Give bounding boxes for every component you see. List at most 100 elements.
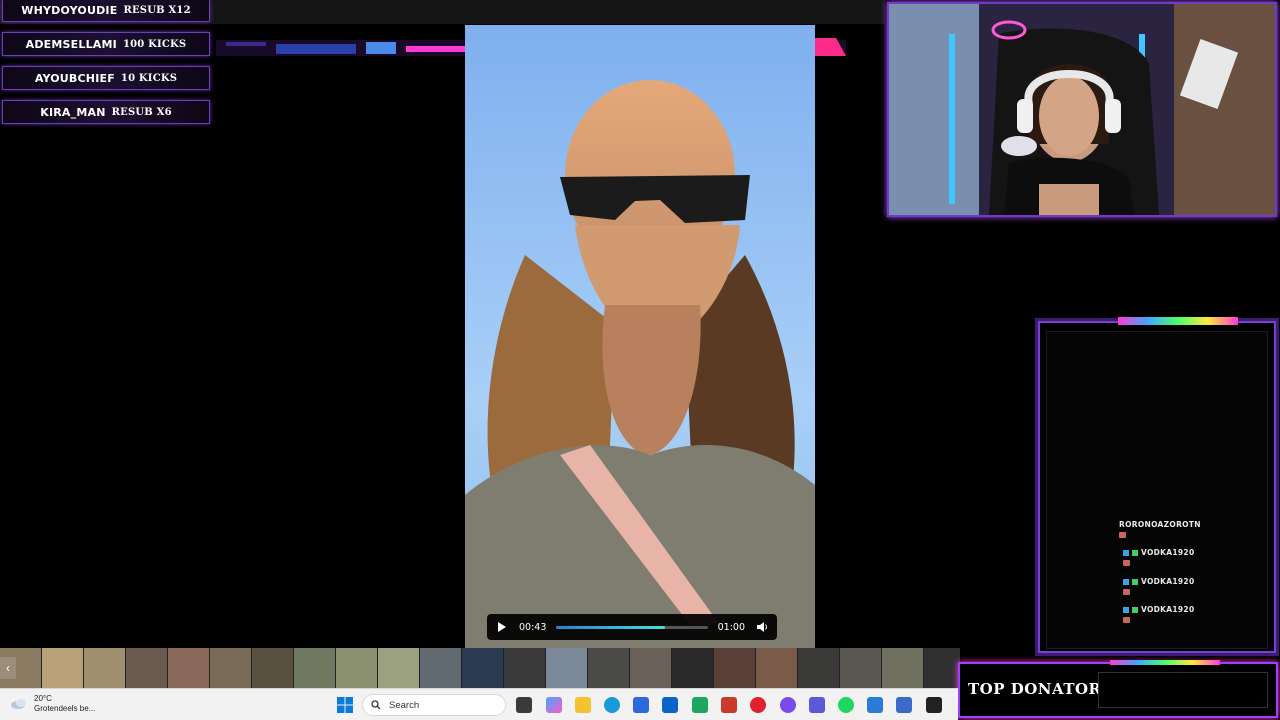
store-icon[interactable] — [633, 697, 649, 713]
teams-icon[interactable] — [809, 697, 825, 713]
thumbnail[interactable] — [336, 648, 378, 688]
badge-icon — [1132, 607, 1138, 613]
chat-username: VODKA1920 — [1141, 577, 1195, 586]
thumbnail[interactable] — [252, 648, 294, 688]
thumbnail[interactable] — [756, 648, 798, 688]
thumbnail[interactable] — [84, 648, 126, 688]
spotify-icon[interactable] — [838, 697, 854, 713]
badge-icon — [1123, 607, 1129, 613]
stream-overlay: WHYDOYOUDIE RESUB X12 ADEMSELLAMI 100 KI… — [0, 0, 1280, 720]
chevron-left-icon: ‹ — [6, 661, 10, 675]
windows-start-icon[interactable] — [337, 697, 353, 713]
webcam-feed — [887, 2, 1277, 217]
chat-username: VODKA1920 — [1141, 605, 1195, 614]
thumbnail[interactable] — [840, 648, 882, 688]
thumbnail[interactable] — [42, 648, 84, 688]
event-detail: RESUB X12 — [123, 5, 191, 16]
thumbnail[interactable] — [798, 648, 840, 688]
emote-icon — [1123, 589, 1130, 595]
badge-icon — [1123, 550, 1129, 556]
progress-fill — [556, 625, 666, 629]
thumbnail[interactable] — [378, 648, 420, 688]
current-time: 00:43 — [519, 621, 547, 633]
event-name: WHYDOYOUDIE — [21, 4, 118, 17]
event-name: AYOUBCHIEF — [34, 71, 115, 85]
app-icon[interactable] — [926, 697, 942, 713]
badge-icon — [1132, 579, 1138, 585]
thumbnail[interactable] — [672, 648, 714, 688]
event-item: ADEMSELLAMI 100 KICKS — [2, 32, 210, 56]
discord-icon[interactable] — [780, 697, 796, 713]
weather-widget[interactable]: 20°C Grotendeels be... — [10, 694, 95, 714]
top-donator-box — [1098, 672, 1268, 708]
thumbnail[interactable] — [504, 648, 546, 688]
opera-icon[interactable] — [750, 697, 766, 713]
volume-icon[interactable] — [755, 620, 769, 634]
thumbnail[interactable] — [882, 648, 924, 688]
duration: 01:00 — [717, 621, 745, 633]
taskbar-search[interactable]: Search — [362, 694, 506, 716]
thumbnail[interactable] — [546, 648, 588, 688]
task-view-icon[interactable] — [516, 697, 532, 713]
chat-message: VODKA1920 — [1123, 548, 1263, 566]
search-placeholder: Search — [389, 699, 420, 711]
thumbnail[interactable] — [420, 648, 462, 688]
chat-message: RORONOAZOROTN — [1119, 520, 1259, 538]
thumbnail[interactable] — [294, 648, 336, 688]
edge-icon[interactable] — [604, 697, 620, 713]
event-item: WHYDOYOUDIE RESUB X12 — [2, 0, 210, 22]
emote-icon — [1123, 560, 1130, 566]
play-icon[interactable] — [495, 620, 509, 634]
chat-username: VODKA1920 — [1141, 548, 1195, 557]
chat-panel: RORONOAZOROTN VODKA1920 VODKA1920 VODKA1… — [1046, 331, 1268, 649]
file-explorer-icon[interactable] — [575, 697, 591, 713]
search-icon — [371, 700, 381, 710]
cloud-icon — [11, 699, 26, 709]
event-list: WHYDOYOUDIE RESUB X12 ADEMSELLAMI 100 KI… — [2, 0, 210, 134]
chat-frame: RORONOAZOROTN VODKA1920 VODKA1920 VODKA1… — [1035, 317, 1279, 656]
app-icon[interactable] — [867, 697, 883, 713]
taskbar: 20°C Grotendeels be... Search — [0, 688, 958, 720]
thumbnail[interactable] — [714, 648, 756, 688]
progress-bar[interactable] — [556, 625, 708, 629]
chat-frame-accent — [1118, 317, 1238, 325]
scroll-left-button[interactable]: ‹ — [0, 657, 16, 679]
copilot-icon[interactable] — [546, 697, 562, 713]
weather-temp: 20°C — [34, 694, 52, 703]
badge-icon — [1123, 579, 1129, 585]
app-icon[interactable] — [692, 697, 708, 713]
event-name: ADEMSELLAMI — [25, 37, 117, 51]
chat-username: RORONOAZOROTN — [1119, 520, 1201, 529]
video-frame — [465, 25, 815, 648]
video-player[interactable]: 00:43 01:00 — [465, 25, 815, 648]
thumbnail[interactable] — [210, 648, 252, 688]
badge-icon — [1132, 550, 1138, 556]
thumbnail[interactable] — [588, 648, 630, 688]
event-detail: RESUB X6 — [111, 106, 172, 118]
emote-icon — [1119, 532, 1126, 538]
donator-accent — [1110, 660, 1220, 665]
top-donator-label: TOP DONATOR — [968, 680, 1102, 698]
thumbnail[interactable] — [630, 648, 672, 688]
event-name: KIRA_MAN — [40, 105, 106, 119]
thumbnail-strip — [0, 648, 960, 688]
thumbnail[interactable] — [126, 648, 168, 688]
event-detail: 100 KICKS — [122, 38, 187, 50]
video-controls: 00:43 01:00 — [487, 614, 777, 640]
weather-desc: Grotendeels be... — [34, 704, 96, 713]
emote-icon — [1123, 617, 1130, 623]
event-item: KIRA_MAN RESUB X6 — [2, 100, 210, 124]
thumbnail[interactable] — [462, 648, 504, 688]
top-donator-panel: TOP DONATOR — [958, 660, 1278, 718]
webcam-image — [889, 4, 1275, 215]
event-item: AYOUBCHIEF 10 KICKS — [2, 66, 210, 90]
event-detail: 10 KICKS — [120, 72, 178, 84]
thumbnail[interactable] — [924, 648, 960, 688]
chat-message: VODKA1920 — [1123, 577, 1263, 595]
chat-message: VODKA1920 — [1123, 605, 1263, 623]
app-icon[interactable] — [896, 697, 912, 713]
outlook-icon[interactable] — [662, 697, 678, 713]
app-icon[interactable] — [721, 697, 737, 713]
thumbnail[interactable] — [168, 648, 210, 688]
weather-text: 20°C Grotendeels be... — [34, 694, 95, 714]
